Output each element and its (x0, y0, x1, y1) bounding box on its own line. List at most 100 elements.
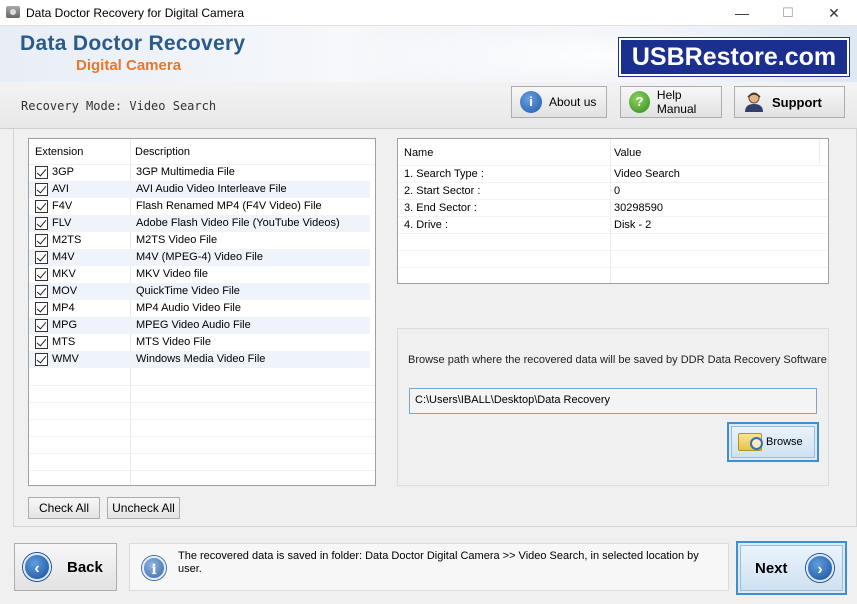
extension-cell: MP4 (52, 302, 75, 314)
extension-cell: FLV (52, 217, 72, 229)
checkbox[interactable] (35, 302, 48, 315)
info-icon: i (520, 91, 542, 113)
next-button[interactable]: Next › (736, 541, 847, 595)
check-all-button[interactable]: Check All (28, 497, 100, 519)
checkbox[interactable] (35, 285, 48, 298)
checkbox[interactable] (35, 319, 48, 332)
list-item[interactable]: FLV Adobe Flash Video File (YouTube Video… (29, 215, 370, 232)
grid-line (29, 419, 375, 420)
col-extension-header[interactable]: Extension (35, 146, 83, 158)
checkbox[interactable] (35, 217, 48, 230)
support-label: Support (772, 94, 822, 110)
info-value-cell: 0 (614, 185, 621, 197)
description-cell: Flash Renamed MP4 (F4V Video) File (136, 200, 322, 212)
recovery-mode-label: Recovery Mode: Video Search (21, 99, 217, 113)
checkbox[interactable] (35, 200, 48, 213)
list-item[interactable]: MP4 MP4 Audio Video File (29, 300, 370, 317)
list-item[interactable]: MTS MTS Video File (29, 334, 370, 351)
support-button[interactable]: Support (734, 86, 845, 118)
extension-cell: MTS (52, 336, 76, 348)
checkbox[interactable] (35, 183, 48, 196)
column-divider (610, 139, 611, 283)
checkbox[interactable] (35, 353, 48, 366)
list-item[interactable]: AVI AVI Audio Video Interleave File (29, 181, 370, 198)
save-path-field[interactable]: C:\Users\IBALL\Desktop\Data Recovery (409, 388, 817, 414)
grid-line (398, 216, 828, 217)
help-manual-label: Help Manual (656, 88, 697, 116)
extension-cell: F4V (52, 200, 73, 212)
list-item[interactable]: M2TS M2TS Video File (29, 232, 370, 249)
grid-line (398, 199, 828, 200)
extension-cell: AVI (52, 183, 69, 195)
grid-line (29, 453, 375, 454)
col-description-header[interactable]: Description (135, 146, 190, 158)
extension-cell: MKV (52, 268, 76, 280)
checkbox[interactable] (35, 268, 48, 281)
browse-button[interactable]: Browse (727, 422, 819, 462)
grid-line (29, 385, 375, 386)
about-us-label: About us (549, 95, 597, 109)
extension-cell: M4V (52, 251, 75, 263)
close-button[interactable]: ✕ (811, 0, 857, 26)
browse-button-face: Browse (731, 426, 815, 458)
info-name-cell: 3. End Sector : (404, 202, 477, 214)
extension-cell: MPG (52, 319, 78, 331)
description-cell: AVI Audio Video Interleave File (136, 183, 287, 195)
next-arrow-icon: › (806, 554, 834, 582)
folder-search-icon (738, 433, 763, 451)
about-us-button[interactable]: i About us (511, 86, 607, 118)
save-location-panel: Browse path where the recovered data wil… (397, 328, 829, 486)
extension-list[interactable]: Extension Description 3GP 3GP Multimedia … (28, 138, 376, 486)
list-header: Extension Description (29, 139, 375, 165)
checkbox[interactable] (35, 234, 48, 247)
column-divider (819, 139, 820, 165)
grid-line (29, 436, 375, 437)
list-item[interactable]: MKV MKV Video file (29, 266, 370, 283)
list-item[interactable]: 3GP 3GP Multimedia File (29, 164, 370, 181)
description-cell: MPEG Video Audio File (136, 319, 251, 331)
minimize-button[interactable]: — (719, 0, 765, 26)
extension-cell: WMV (52, 353, 79, 365)
toolbar: Recovery Mode: Video Search i About us ?… (0, 82, 857, 129)
next-button-face: Next › (740, 545, 843, 591)
support-person-icon (743, 91, 765, 113)
grid-line (398, 165, 828, 166)
checkbox[interactable] (35, 336, 48, 349)
grid-line (398, 250, 828, 251)
list-item[interactable]: WMV Windows Media Video File (29, 351, 370, 368)
maximize-button[interactable]: ☐ (765, 0, 811, 26)
help-icon: ? (629, 91, 650, 113)
back-button[interactable]: ‹ Back (14, 543, 117, 591)
camera-app-icon (6, 6, 20, 18)
description-cell: MKV Video file (136, 268, 208, 280)
status-box: i The recovered data is saved in folder:… (129, 543, 729, 591)
grid-line (398, 267, 828, 268)
description-cell: M4V (MPEG-4) Video File (136, 251, 263, 263)
checkbox[interactable] (35, 166, 48, 179)
grid-line (398, 182, 828, 183)
description-cell: Windows Media Video File (136, 353, 266, 365)
header-banner: Data Doctor Recovery Digital Camera USBR… (0, 26, 857, 82)
info-name-cell: 2. Start Sector : (404, 185, 481, 197)
checkbox[interactable] (35, 251, 48, 264)
description-cell: QuickTime Video File (136, 285, 240, 297)
info-value-cell: Video Search (614, 168, 680, 180)
col-name-header[interactable]: Name (404, 147, 433, 159)
usbrestore-logo[interactable]: USBRestore.com (619, 38, 849, 76)
search-info-grid[interactable]: Name Value 1. Search Type : Video Search… (397, 138, 829, 284)
list-item[interactable]: M4V M4V (MPEG-4) Video File (29, 249, 370, 266)
brand-subtitle: Digital Camera (76, 57, 182, 74)
grid-line (29, 470, 375, 471)
col-value-header[interactable]: Value (614, 147, 641, 159)
uncheck-all-button[interactable]: Uncheck All (107, 497, 180, 519)
extension-cell: MOV (52, 285, 78, 297)
list-item[interactable]: F4V Flash Renamed MP4 (F4V Video) File (29, 198, 370, 215)
info-value-cell: Disk - 2 (614, 219, 652, 231)
help-manual-button[interactable]: ? Help Manual (620, 86, 722, 118)
list-item[interactable]: MOV QuickTime Video File (29, 283, 370, 300)
brand-title: Data Doctor Recovery (20, 32, 246, 55)
back-arrow-icon: ‹ (23, 553, 51, 581)
extension-cell: M2TS (52, 234, 82, 246)
info-name-cell: 4. Drive : (404, 219, 449, 231)
list-item[interactable]: MPG MPEG Video Audio File (29, 317, 370, 334)
